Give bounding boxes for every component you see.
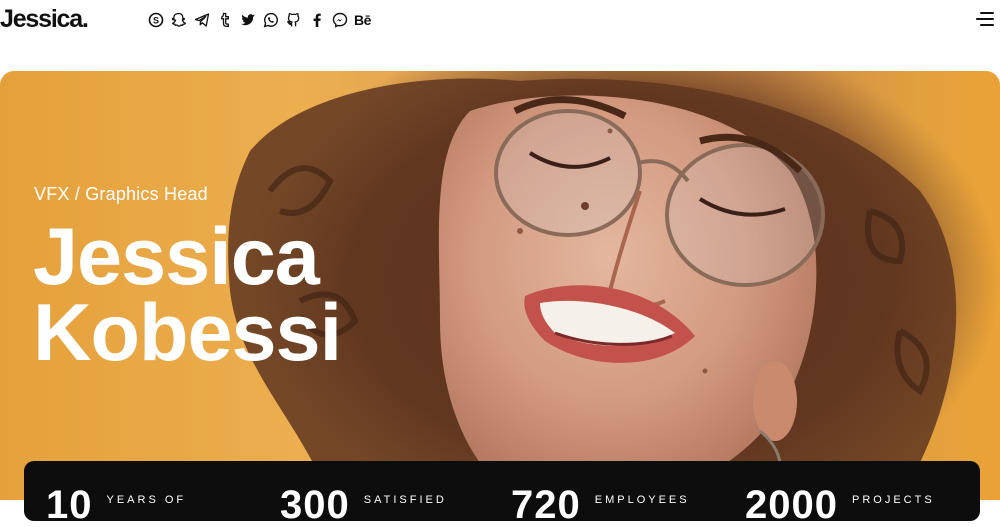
telegram-icon[interactable] — [193, 11, 211, 29]
stats-bar: 10 YEARS OF 300 SATISFIED 720 EMPLOYEES … — [24, 461, 980, 525]
hero-role: VFX / Graphics Head — [34, 184, 208, 204]
hamburger-menu-icon[interactable] — [976, 12, 994, 28]
stat-label: SATISFIED — [363, 494, 447, 506]
whatsapp-icon[interactable] — [262, 11, 280, 29]
svg-text:S: S — [153, 16, 159, 26]
stat-projects: 2000 PROJECTS — [745, 485, 935, 525]
stat-years: 10 YEARS OF — [46, 485, 186, 525]
snapchat-icon[interactable] — [170, 11, 188, 29]
skype-icon[interactable]: S — [147, 11, 165, 29]
stat-employees: 720 EMPLOYEES — [511, 485, 690, 525]
stat-label: EMPLOYEES — [594, 494, 690, 506]
stat-number: 720 — [511, 483, 581, 527]
stat-number: 10 — [46, 483, 93, 527]
social-links: S Bē — [147, 11, 371, 29]
stat-clients: 300 SATISFIED — [280, 485, 447, 525]
behance-icon[interactable]: Bē — [354, 11, 371, 29]
facebook-icon[interactable] — [308, 11, 326, 29]
messenger-icon[interactable] — [331, 11, 349, 29]
tumblr-icon[interactable] — [216, 11, 234, 29]
stat-label: YEARS OF — [106, 494, 187, 506]
github-icon[interactable] — [285, 11, 303, 29]
stat-number: 300 — [280, 483, 350, 527]
twitter-icon[interactable] — [239, 11, 257, 29]
stat-label: PROJECTS — [851, 494, 935, 506]
site-header: Jessica. S Bē — [0, 0, 1000, 44]
hero-name: Jessica Kobessi — [33, 212, 342, 378]
hero-first-name: Jessica — [33, 212, 320, 302]
hero-section: VFX / Graphics Head Jessica Kobessi — [0, 71, 1000, 500]
stat-number: 2000 — [745, 483, 838, 527]
site-logo[interactable]: Jessica. — [0, 5, 89, 34]
hero-last-name: Kobessi — [33, 288, 342, 378]
